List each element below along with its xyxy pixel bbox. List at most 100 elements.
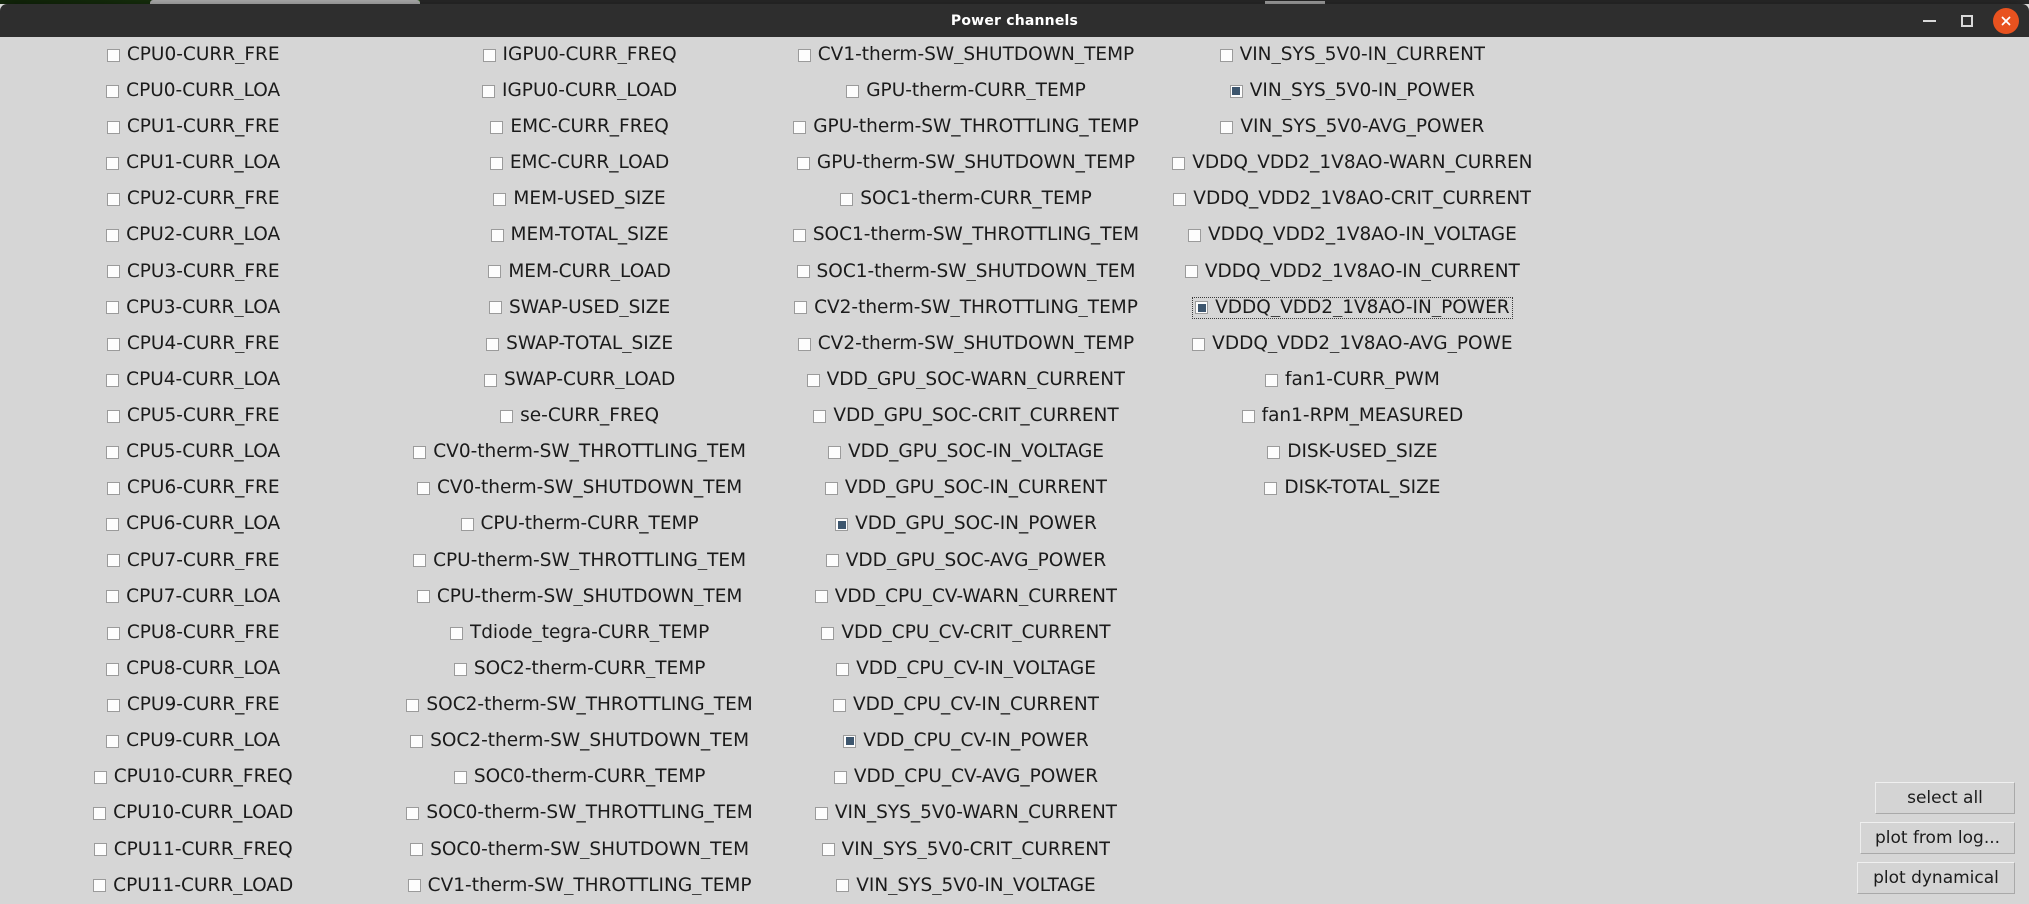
checkbox-unchecked-icon[interactable] bbox=[806, 373, 820, 387]
checkbox-unchecked-icon[interactable] bbox=[833, 771, 847, 785]
checkbox-unchecked-icon[interactable] bbox=[814, 807, 828, 821]
checkbox-unchecked-icon[interactable] bbox=[813, 409, 827, 423]
checkbox-unchecked-icon[interactable] bbox=[106, 518, 120, 532]
close-button[interactable] bbox=[1993, 7, 2019, 34]
channel-checkbox[interactable]: VDD_CPU_CV-IN_POWER bbox=[841, 731, 1091, 752]
channel-checkbox[interactable]: CPU6-CURR_LOA bbox=[104, 514, 282, 535]
checkbox-unchecked-icon[interactable] bbox=[486, 337, 500, 351]
checkbox-unchecked-icon[interactable] bbox=[821, 843, 835, 857]
checkbox-unchecked-icon[interactable] bbox=[1241, 409, 1255, 423]
channel-checkbox[interactable]: SOC1-therm-SW_SHUTDOWN_TEM bbox=[795, 262, 1138, 283]
channel-checkbox[interactable]: VDD_CPU_CV-IN_VOLTAGE bbox=[834, 659, 1098, 680]
checkbox-unchecked-icon[interactable] bbox=[93, 807, 107, 821]
channel-checkbox[interactable]: VDD_CPU_CV-IN_CURRENT bbox=[831, 695, 1101, 716]
checkbox-unchecked-icon[interactable] bbox=[1184, 265, 1198, 279]
checkbox-unchecked-icon[interactable] bbox=[1264, 373, 1278, 387]
channel-checkbox[interactable]: CPU-therm-CURR_TEMP bbox=[459, 514, 701, 535]
checkbox-unchecked-icon[interactable] bbox=[490, 120, 504, 134]
channel-checkbox[interactable]: VIN_SYS_5V0-IN_POWER bbox=[1228, 81, 1477, 102]
checkbox-unchecked-icon[interactable] bbox=[833, 698, 846, 712]
channel-checkbox[interactable]: CPU8-CURR_LOA bbox=[104, 659, 282, 680]
channel-checkbox[interactable]: IGPU0-CURR_FREQ bbox=[481, 45, 679, 66]
checkbox-unchecked-icon[interactable] bbox=[493, 193, 507, 207]
plot-from-log-button[interactable]: plot from log... bbox=[1860, 822, 2015, 854]
checkbox-unchecked-icon[interactable] bbox=[93, 843, 107, 857]
checkbox-unchecked-icon[interactable] bbox=[106, 156, 120, 170]
channel-checkbox[interactable]: SOC1-therm-CURR_TEMP bbox=[838, 189, 1094, 210]
checkbox-unchecked-icon[interactable] bbox=[482, 84, 496, 98]
channel-checkbox[interactable]: VDDQ_VDD2_1V8AO-WARN_CURREN bbox=[1170, 153, 1534, 174]
channel-checkbox[interactable]: CV2-therm-SW_SHUTDOWN_TEMP bbox=[796, 334, 1136, 355]
checkbox-unchecked-icon[interactable] bbox=[836, 662, 850, 676]
channel-checkbox[interactable]: MEM-CURR_LOAD bbox=[486, 262, 673, 283]
channel-checkbox[interactable]: se-CURR_FREQ bbox=[498, 406, 661, 427]
channel-checkbox[interactable]: VDDQ_VDD2_1V8AO-AVG_POWE bbox=[1190, 334, 1514, 355]
checkbox-unchecked-icon[interactable] bbox=[794, 301, 808, 315]
channel-checkbox[interactable]: SOC0-therm-CURR_TEMP bbox=[452, 767, 708, 788]
channel-checkbox[interactable]: CPU1-CURR_FRE bbox=[105, 117, 282, 138]
checkbox-unchecked-icon[interactable] bbox=[406, 698, 420, 712]
channel-checkbox[interactable]: SOC2-therm-SW_SHUTDOWN_TEM bbox=[408, 731, 751, 752]
checkbox-unchecked-icon[interactable] bbox=[824, 482, 838, 496]
checkbox-unchecked-icon[interactable] bbox=[416, 590, 430, 604]
channel-checkbox[interactable]: VDDQ_VDD2_1V8AO-IN_POWER bbox=[1192, 296, 1513, 320]
channel-checkbox[interactable]: CPU-therm-SW_SHUTDOWN_TEM bbox=[415, 587, 745, 608]
channel-checkbox[interactable]: CPU-therm-SW_THROTTLING_TEM bbox=[411, 551, 748, 572]
select-all-button[interactable]: select all bbox=[1875, 782, 2015, 814]
checkbox-unchecked-icon[interactable] bbox=[1264, 482, 1278, 496]
checkbox-unchecked-icon[interactable] bbox=[106, 337, 120, 351]
checkbox-unchecked-icon[interactable] bbox=[106, 554, 120, 568]
checkbox-unchecked-icon[interactable] bbox=[1187, 229, 1201, 243]
channel-checkbox[interactable]: CV1-therm-SW_THROTTLING_TEMP bbox=[406, 876, 754, 897]
checkbox-unchecked-icon[interactable] bbox=[407, 879, 421, 893]
checkbox-unchecked-icon[interactable] bbox=[106, 84, 120, 98]
channel-checkbox[interactable]: VDD_GPU_SOC-IN_POWER bbox=[833, 514, 1099, 535]
channel-checkbox[interactable]: fan1-CURR_PWM bbox=[1263, 370, 1442, 391]
channel-checkbox[interactable]: VDD_GPU_SOC-WARN_CURRENT bbox=[805, 370, 1128, 391]
channel-checkbox[interactable]: VDD_GPU_SOC-IN_VOLTAGE bbox=[826, 442, 1106, 463]
channel-checkbox[interactable]: SOC2-therm-SW_THROTTLING_TEM bbox=[404, 695, 754, 716]
checkbox-unchecked-icon[interactable] bbox=[106, 482, 120, 496]
channel-checkbox[interactable]: SOC0-therm-SW_THROTTLING_TEM bbox=[404, 803, 754, 824]
checkbox-unchecked-icon[interactable] bbox=[406, 807, 420, 821]
checkbox-unchecked-icon[interactable] bbox=[453, 771, 467, 785]
channel-checkbox[interactable]: VDD_GPU_SOC-AVG_POWER bbox=[824, 551, 1108, 572]
checkbox-unchecked-icon[interactable] bbox=[449, 626, 463, 640]
checkbox-unchecked-icon[interactable] bbox=[836, 879, 850, 893]
checkbox-unchecked-icon[interactable] bbox=[106, 590, 120, 604]
channel-checkbox[interactable]: GPU-therm-SW_SHUTDOWN_TEMP bbox=[795, 153, 1137, 174]
checkbox-unchecked-icon[interactable] bbox=[410, 734, 424, 748]
checkbox-unchecked-icon[interactable] bbox=[413, 554, 427, 568]
checkbox-unchecked-icon[interactable] bbox=[482, 48, 496, 62]
checkbox-unchecked-icon[interactable] bbox=[106, 734, 120, 748]
checkbox-unchecked-icon[interactable] bbox=[410, 843, 424, 857]
checkbox-unchecked-icon[interactable] bbox=[106, 120, 120, 134]
checkbox-unchecked-icon[interactable] bbox=[106, 445, 120, 459]
channel-checkbox[interactable]: VIN_SYS_5V0-WARN_CURRENT bbox=[813, 803, 1119, 824]
checkbox-unchecked-icon[interactable] bbox=[500, 409, 514, 423]
checkbox-unchecked-icon[interactable] bbox=[106, 409, 120, 423]
channel-checkbox[interactable]: CPU10-CURR_FREQ bbox=[92, 767, 295, 788]
checkbox-unchecked-icon[interactable] bbox=[93, 879, 107, 893]
channel-checkbox[interactable]: CPU7-CURR_FRE bbox=[105, 551, 282, 572]
channel-checkbox[interactable]: VDD_CPU_CV-CRIT_CURRENT bbox=[819, 623, 1112, 644]
channel-checkbox[interactable]: GPU-therm-CURR_TEMP bbox=[844, 81, 1088, 102]
channel-checkbox[interactable]: SWAP-CURR_LOAD bbox=[482, 370, 677, 391]
checkbox-unchecked-icon[interactable] bbox=[827, 445, 841, 459]
checkbox-unchecked-icon[interactable] bbox=[825, 554, 839, 568]
channel-checkbox[interactable]: CPU9-CURR_FRE bbox=[105, 695, 282, 716]
channel-checkbox[interactable]: MEM-TOTAL_SIZE bbox=[489, 225, 671, 246]
channel-checkbox[interactable]: CV2-therm-SW_THROTTLING_TEMP bbox=[792, 298, 1140, 319]
checkbox-unchecked-icon[interactable] bbox=[489, 156, 503, 170]
channel-checkbox[interactable]: Tdiode_tegra-CURR_TEMP bbox=[448, 623, 711, 644]
plot-dynamical-button[interactable]: plot dynamical bbox=[1857, 862, 2015, 894]
channel-checkbox[interactable]: VIN_SYS_5V0-IN_VOLTAGE bbox=[834, 876, 1098, 897]
checkbox-unchecked-icon[interactable] bbox=[106, 373, 120, 387]
checkbox-unchecked-icon[interactable] bbox=[821, 626, 835, 640]
checkbox-unchecked-icon[interactable] bbox=[106, 301, 120, 315]
channel-checkbox[interactable]: SOC0-therm-SW_SHUTDOWN_TEM bbox=[408, 840, 751, 861]
checkbox-unchecked-icon[interactable] bbox=[840, 193, 854, 207]
minimize-button[interactable] bbox=[1917, 9, 1941, 33]
checkbox-unchecked-icon[interactable] bbox=[413, 445, 427, 459]
checkbox-unchecked-icon[interactable] bbox=[106, 626, 120, 640]
